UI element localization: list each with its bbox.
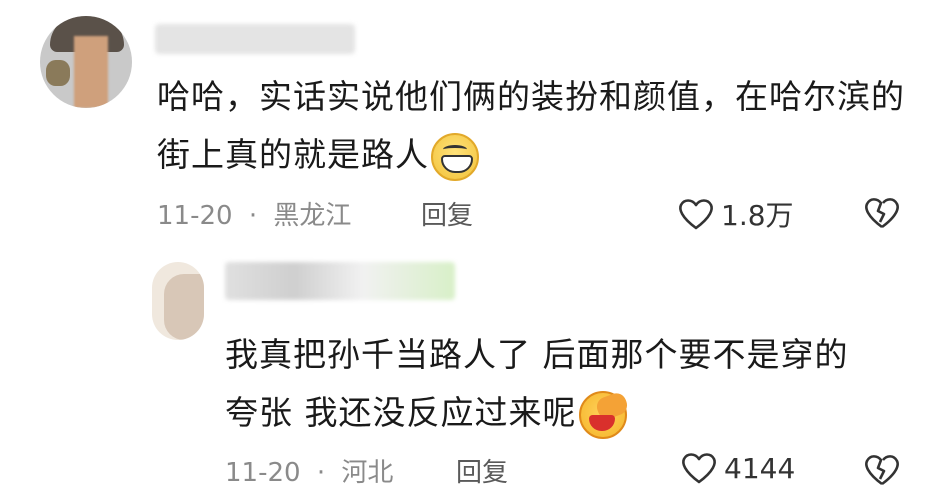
meta-separator: · [316, 458, 326, 488]
reply-button[interactable]: 回复 [421, 195, 473, 232]
comment-text: 哈哈，实话实说他们俩的装扮和颜值，在哈尔滨的街上真的就是路人 [157, 68, 917, 184]
dislike-button[interactable] [862, 453, 902, 491]
like-count: 1.8万 [721, 199, 794, 232]
reply-date: 11-20 [225, 458, 301, 488]
reply-meta: 11-20 · 河北 [225, 452, 393, 489]
reply-avatar[interactable] [152, 262, 204, 340]
grinning-face-emoji-icon [431, 132, 479, 181]
heart-icon [679, 199, 713, 230]
reply-text-line1: 我真把孙千当路人了 后面那个要不是穿的 [225, 335, 849, 374]
like-button[interactable]: 4144 [680, 451, 795, 485]
username-blurred[interactable] [155, 24, 355, 54]
meta-separator: · [248, 201, 258, 231]
reply-text-line2: 夸张 我还没反应过来呢 [225, 393, 577, 432]
like-count: 4144 [724, 451, 796, 485]
reply-comment-text: 我真把孙千当路人了 后面那个要不是穿的 夸张 我还没反应过来呢 [225, 326, 925, 442]
reply-button[interactable]: 回复 [456, 452, 508, 489]
dislike-button[interactable] [862, 196, 902, 234]
broken-heart-icon [865, 198, 899, 229]
avatar-butterfly [46, 60, 70, 86]
avatar-face [164, 274, 204, 340]
like-button[interactable]: 1.8万 [677, 194, 794, 234]
comment-date: 11-20 [157, 201, 233, 231]
reply-location: 河北 [341, 458, 394, 488]
comment-body: 哈哈，实话实说他们俩的装扮和颜值，在哈尔滨的街上真的就是路人 [157, 77, 905, 174]
heart-icon [682, 453, 716, 484]
facepalm-emoji-icon [578, 390, 627, 439]
broken-heart-icon [865, 455, 899, 486]
avatar-pixelated-face [74, 36, 108, 108]
avatar[interactable] [40, 16, 132, 108]
comment-location: 黑龙江 [273, 201, 352, 231]
reply-username-blurred[interactable] [225, 262, 455, 300]
comment-meta: 11-20 · 黑龙江 [157, 195, 351, 232]
